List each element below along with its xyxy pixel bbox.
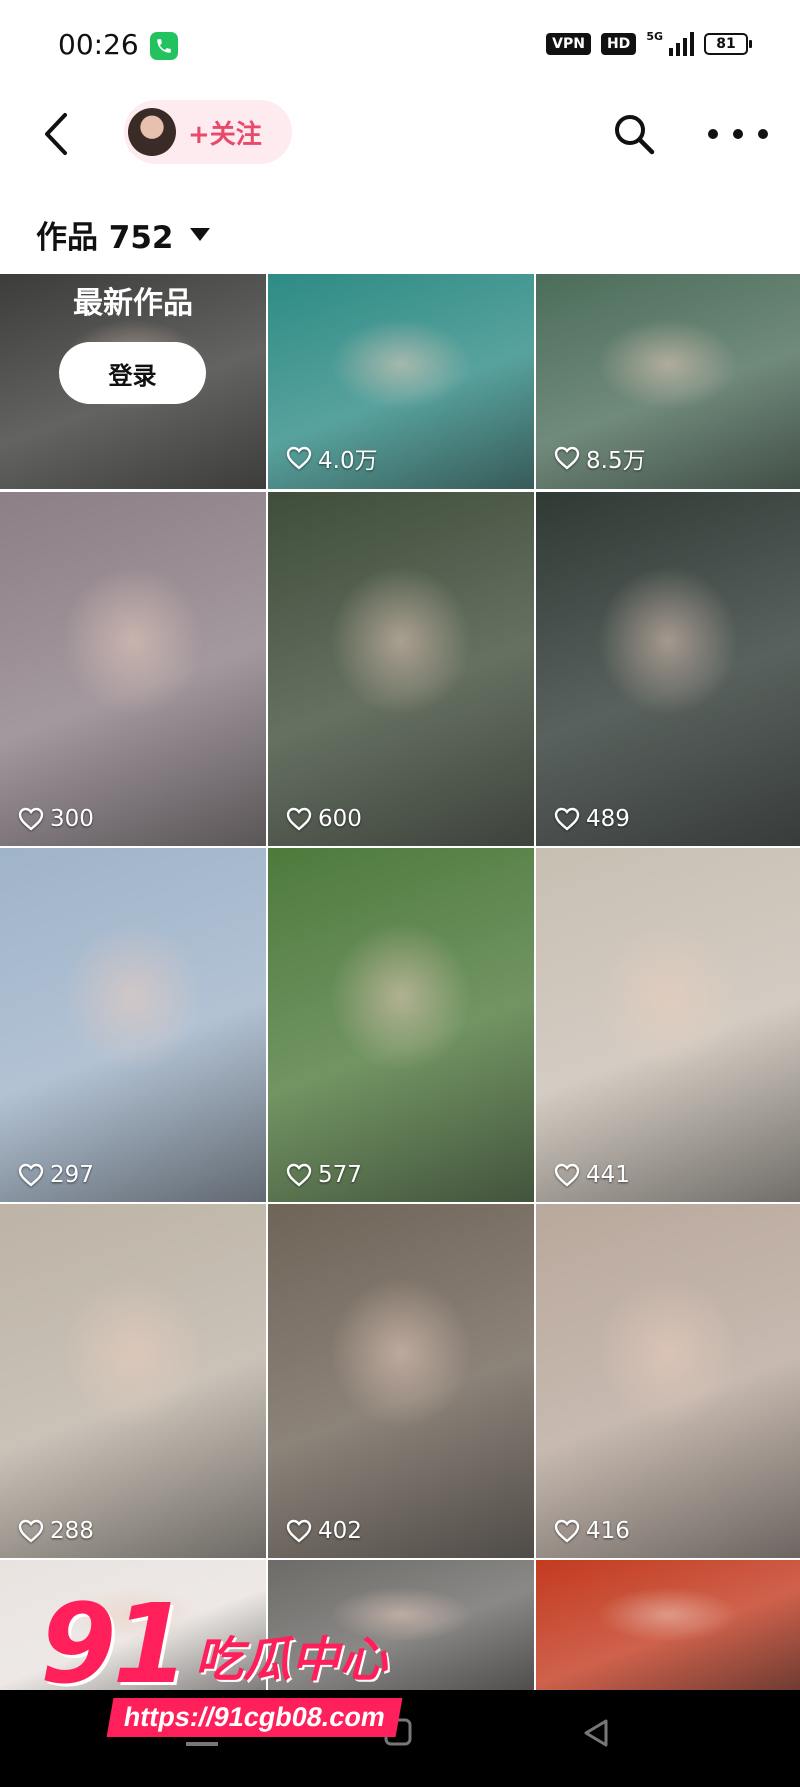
avatar[interactable]	[128, 108, 176, 156]
search-icon	[615, 115, 655, 155]
video-thumbnail	[536, 848, 800, 1202]
video-thumbnail	[268, 848, 534, 1202]
video-thumbnail	[268, 1204, 534, 1558]
video-tile[interactable]: 577	[268, 848, 534, 1202]
like-count: 402	[286, 1518, 362, 1544]
heart-icon	[286, 807, 312, 831]
login-button[interactable]: 登录	[59, 342, 206, 404]
heart-icon	[554, 807, 580, 831]
phone-call-icon	[150, 32, 178, 60]
video-thumbnail	[536, 492, 800, 846]
like-count: 300	[18, 806, 94, 832]
like-count-value: 300	[50, 806, 94, 832]
video-tile[interactable]: 8.5万	[536, 274, 800, 489]
video-tile[interactable]: 4.0万	[268, 274, 534, 489]
heart-icon	[286, 1519, 312, 1543]
like-count-value: 8.5万	[586, 448, 646, 474]
status-time: 00:26	[58, 28, 139, 61]
like-count: 577	[286, 1162, 362, 1188]
video-thumbnail	[268, 492, 534, 846]
status-bar: 00:26 VPN HD 5G 81	[0, 0, 800, 92]
like-count-value: 600	[318, 806, 362, 832]
vpn-badge: VPN	[546, 33, 591, 55]
video-tile[interactable]: 489	[536, 492, 800, 846]
like-count: 4.0万	[286, 441, 378, 475]
watermark-number: 91	[40, 1580, 189, 1708]
video-tile[interactable]	[536, 1560, 800, 1690]
heart-icon	[18, 1519, 44, 1543]
video-tile[interactable]: 600	[268, 492, 534, 846]
signal-icon	[669, 32, 694, 56]
heart-icon	[554, 446, 580, 470]
more-dots-icon	[708, 129, 718, 139]
search-button[interactable]	[610, 110, 658, 158]
like-count: 8.5万	[554, 441, 646, 475]
latest-works-title: 最新作品	[73, 286, 193, 321]
follow-label: +关注	[188, 119, 262, 150]
watermark-text: 吃瓜中心	[195, 1632, 388, 1688]
heart-icon	[286, 446, 312, 470]
video-tile[interactable]: 416	[536, 1204, 800, 1558]
video-tile[interactable]: 288	[0, 1204, 266, 1558]
heart-icon	[554, 1519, 580, 1543]
heart-icon	[18, 807, 44, 831]
like-count-value: 402	[318, 1518, 362, 1544]
video-thumbnail	[536, 1204, 800, 1558]
works-filter[interactable]: 作品 752	[36, 212, 210, 257]
watermark: 91 吃瓜中心 https://91cgb08.com	[40, 1580, 460, 1780]
video-tile[interactable]: 300	[0, 492, 266, 846]
video-thumbnail	[0, 848, 266, 1202]
video-thumbnail	[0, 492, 266, 846]
heart-icon	[286, 1163, 312, 1187]
like-count: 441	[554, 1162, 630, 1188]
back-triangle-icon	[584, 1719, 608, 1747]
hd-badge: HD	[600, 33, 637, 55]
profile-header: +关注	[0, 92, 800, 187]
like-count: 489	[554, 806, 630, 832]
like-count-value: 4.0万	[318, 448, 378, 474]
like-count-value: 577	[318, 1162, 362, 1188]
video-thumbnail	[536, 1560, 800, 1690]
like-count: 416	[554, 1518, 630, 1544]
like-count-value: 489	[586, 806, 630, 832]
heart-icon	[554, 1163, 580, 1187]
chevron-left-icon	[45, 113, 67, 155]
latest-works-tile[interactable]: 最新作品 登录	[0, 274, 266, 489]
video-tile[interactable]: 297	[0, 848, 266, 1202]
works-count-label: 作品 752	[36, 220, 174, 256]
like-count: 288	[18, 1518, 94, 1544]
back-button[interactable]	[34, 106, 78, 162]
network-type: 5G	[646, 29, 663, 43]
like-count: 297	[18, 1162, 94, 1188]
heart-icon	[18, 1163, 44, 1187]
like-count-value: 288	[50, 1518, 94, 1544]
battery-icon: 81	[704, 33, 752, 55]
like-count: 600	[286, 806, 362, 832]
back-nav-button[interactable]	[582, 1718, 610, 1752]
video-thumbnail	[0, 1204, 266, 1558]
follow-button[interactable]: +关注	[124, 100, 292, 164]
like-count-value: 297	[50, 1162, 94, 1188]
caret-down-icon	[189, 228, 210, 241]
like-count-value: 416	[586, 1518, 630, 1544]
video-tile[interactable]: 441	[536, 848, 800, 1202]
more-options-button[interactable]	[708, 110, 768, 158]
video-tile[interactable]: 402	[268, 1204, 534, 1558]
like-count-value: 441	[586, 1162, 630, 1188]
watermark-url: https://91cgb08.com	[106, 1698, 403, 1737]
